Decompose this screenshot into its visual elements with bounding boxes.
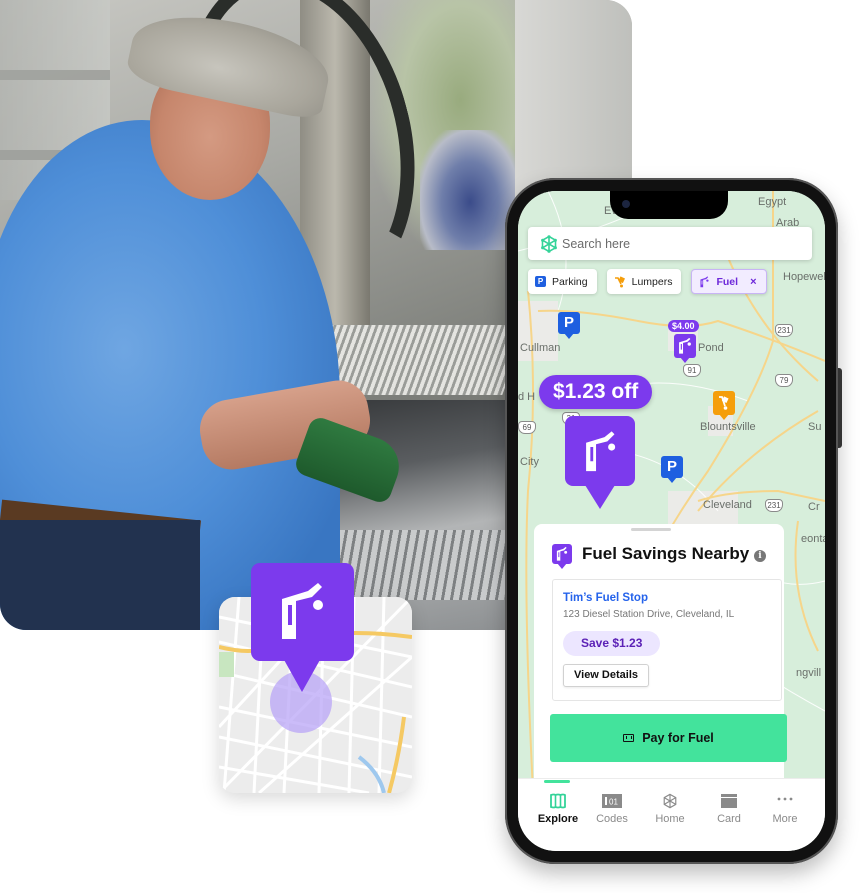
filter-chip-fuel[interactable]: Fuel × bbox=[691, 269, 767, 294]
hand-truck-icon bbox=[614, 275, 625, 287]
phone-mockup: Eva Egypt Arab Hopewell Cullman Pond Blo… bbox=[505, 178, 842, 864]
route-shield: 91 bbox=[683, 364, 701, 377]
tab-label: Explore bbox=[537, 813, 579, 825]
map-label: Cr bbox=[808, 501, 820, 513]
fuel-pin-logo-icon bbox=[552, 544, 572, 569]
hand-truck-icon bbox=[719, 396, 729, 410]
featured-fuel-marker[interactable] bbox=[565, 416, 635, 509]
search-input[interactable]: Search here bbox=[528, 227, 812, 260]
tab-label: Home bbox=[655, 813, 685, 825]
map-label: ngvill bbox=[796, 667, 822, 679]
route-shield: 79 bbox=[775, 374, 793, 387]
tab-more[interactable]: More bbox=[757, 793, 813, 825]
station-card[interactable]: Tim’s Fuel Stop 123 Diesel Station Drive… bbox=[552, 579, 782, 701]
savings-badge: Save $1.23 bbox=[563, 631, 661, 656]
front-camera bbox=[622, 200, 630, 208]
fuel-savings-sheet: Fuel Savings Nearby i Tim’s Fuel Stop 12… bbox=[534, 524, 787, 784]
close-icon[interactable]: × bbox=[750, 276, 756, 288]
network-hub-icon bbox=[663, 793, 677, 809]
route-shield: 231 bbox=[765, 499, 783, 512]
map-label: Cleveland bbox=[703, 499, 752, 511]
tab-label: Codes bbox=[596, 813, 628, 825]
map-label: City bbox=[520, 456, 539, 468]
view-details-button[interactable]: View Details bbox=[563, 664, 649, 687]
map-label: Cullman bbox=[520, 342, 561, 354]
fuel-marker[interactable] bbox=[674, 334, 696, 363]
map-label: d H bbox=[518, 391, 536, 403]
route-shield: 69 bbox=[518, 421, 536, 434]
parking-marker[interactable]: P bbox=[661, 456, 683, 483]
phone-side-button bbox=[838, 368, 842, 448]
map-label: Su bbox=[808, 421, 822, 433]
tab-card[interactable]: Card bbox=[701, 793, 757, 825]
discount-bubble[interactable]: $1.23 off bbox=[539, 375, 653, 409]
fuel-location-pin bbox=[251, 563, 354, 661]
tab-codes[interactable]: 01 Codes bbox=[584, 793, 640, 825]
active-tab-indicator bbox=[544, 780, 570, 783]
fuel-pump-icon bbox=[282, 583, 323, 639]
lumper-marker[interactable] bbox=[713, 391, 735, 420]
chip-label: Parking bbox=[552, 275, 588, 288]
barcode-icon bbox=[623, 734, 635, 742]
map-label: Egypt bbox=[758, 196, 787, 208]
network-hub-icon bbox=[541, 234, 557, 253]
fuel-price-tag: $4.00 bbox=[668, 320, 699, 332]
filter-chips: P Parking Lumpers Fuel × bbox=[528, 269, 767, 294]
map-label: eonta bbox=[801, 533, 825, 545]
chip-label: Lumpers bbox=[631, 275, 673, 288]
fuel-pump-icon bbox=[586, 431, 616, 472]
station-name[interactable]: Tim’s Fuel Stop bbox=[563, 592, 648, 604]
info-icon[interactable]: i bbox=[754, 550, 766, 562]
svg-text:01: 01 bbox=[609, 798, 618, 807]
station-address: 123 Diesel Station Drive, Cleveland, IL bbox=[563, 609, 735, 620]
map-label: Hopewell bbox=[783, 271, 825, 283]
chip-label: Fuel bbox=[716, 275, 739, 288]
parking-icon: P bbox=[535, 276, 546, 287]
app-screen: Eva Egypt Arab Hopewell Cullman Pond Blo… bbox=[518, 191, 825, 851]
tab-explore[interactable]: Explore bbox=[530, 793, 586, 825]
sheet-title: Fuel Savings Nearby bbox=[582, 544, 750, 563]
pay-for-fuel-button[interactable]: Pay for Fuel bbox=[550, 714, 787, 762]
barcode-icon: 01 bbox=[602, 794, 622, 808]
phone-notch bbox=[610, 191, 728, 219]
tab-label: Card bbox=[717, 813, 741, 825]
filter-chip-lumpers[interactable]: Lumpers bbox=[606, 269, 682, 294]
fuel-pump-icon bbox=[556, 546, 568, 561]
tab-home[interactable]: Home bbox=[642, 793, 698, 825]
fuel-pin-pointer bbox=[283, 658, 321, 692]
fuel-pump-icon bbox=[700, 275, 710, 287]
filter-chip-parking[interactable]: P Parking bbox=[528, 269, 597, 294]
sheet-drag-handle[interactable] bbox=[631, 528, 671, 531]
bottom-tab-bar: Explore 01 Codes Home Card More bbox=[518, 778, 825, 851]
parking-marker[interactable]: P bbox=[558, 312, 580, 339]
pay-button-label: Pay for Fuel bbox=[642, 731, 714, 745]
driver-pants bbox=[0, 520, 200, 630]
sheet-header: Fuel Savings Nearby bbox=[552, 544, 750, 569]
tab-label: More bbox=[772, 813, 798, 825]
card-icon bbox=[721, 794, 737, 808]
more-dots-icon bbox=[777, 797, 793, 801]
route-shield: 231 bbox=[775, 324, 793, 337]
map-label: Pond bbox=[698, 342, 724, 354]
search-placeholder: Search here bbox=[562, 236, 631, 251]
map-label: Blountsville bbox=[700, 421, 756, 433]
map-icon bbox=[550, 793, 566, 809]
fuel-pump-icon bbox=[679, 337, 691, 354]
